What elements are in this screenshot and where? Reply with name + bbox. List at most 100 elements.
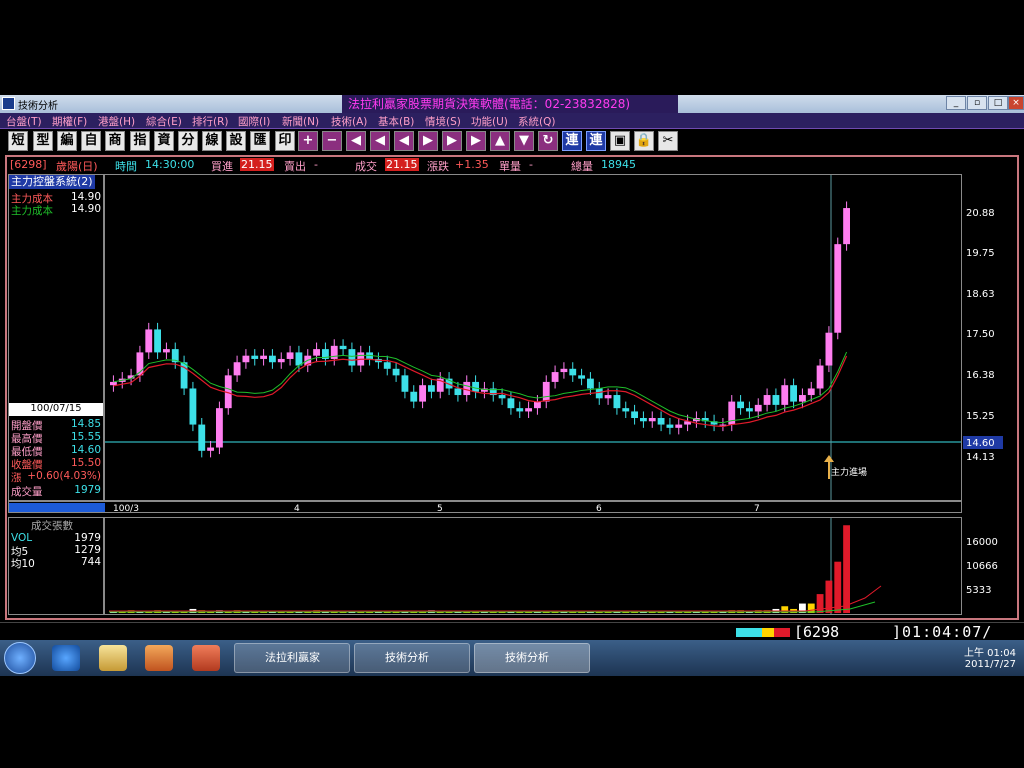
unit-vol-label: 單量 [499,160,521,173]
menu-item-options[interactable]: 期權(F) [52,114,87,129]
menu-item-news[interactable]: 新聞(N) [282,114,319,129]
stock-name: 歲陽(日) [56,160,98,173]
tray-time[interactable]: 上午 01:04 [964,644,1016,659]
maximize-button[interactable]: ▫ [967,96,987,110]
menu-bar: 台盤(T) 期權(F) 港盤(H) 綜合(E) 排行(R) 國際(I) 新聞(N… [0,113,1024,129]
candle-body [640,418,647,422]
zoom-out-button[interactable]: − [322,131,342,151]
app-pin-icon[interactable] [192,645,220,671]
candle-body [551,372,559,382]
candle-body [807,388,815,396]
menu-item-taipan[interactable]: 台盤(T) [6,114,42,129]
up-button[interactable]: ▲ [490,131,510,151]
candle-body [648,418,656,422]
tool-export-button[interactable]: 匯 [250,131,270,151]
candle-body [383,362,391,369]
first-button[interactable]: ◀ [346,131,366,151]
tool-custom-button[interactable]: 自 [81,131,101,151]
menu-item-intl[interactable]: 國際(I) [238,114,270,129]
tray-date[interactable]: 2011/7/27 [964,659,1016,670]
tool-print-button[interactable]: 印 [275,131,295,151]
candle-body [163,349,170,353]
ie-icon[interactable] [52,645,80,671]
app-icon [2,97,15,110]
tool-stock-button[interactable]: 商 [105,131,125,151]
windows-taskbar: 法拉利贏家 技術分析 技術分析 上午 01:04 2011/7/27 [0,640,1024,676]
indicator-title[interactable]: 主力控盤系統(2) [9,175,95,189]
candle-body [401,375,409,392]
window-title: 技術分析 [18,101,58,112]
taskbar-item-ferrari[interactable]: 法拉利贏家 [234,643,350,673]
candle-body [763,395,771,405]
candle-body [154,329,161,353]
chg-value: +0.60(4.03%) [27,470,101,482]
candle-body [472,381,479,392]
candle-body [392,368,400,376]
taskbar-item-tech1[interactable]: 技術分析 [354,643,470,673]
next-button[interactable]: ▶ [418,131,438,151]
tool-type-button[interactable]: 型 [33,131,53,151]
volume-chart[interactable] [104,517,962,615]
price-tick-label: 19.75 [966,248,995,259]
refresh-button[interactable]: ↻ [538,131,558,151]
volume-bar [816,594,824,613]
tool-data-button[interactable]: 資 [154,131,174,151]
tool-edit-button[interactable]: 編 [57,131,77,151]
menu-item-system[interactable]: 系統(Q) [518,114,555,129]
price-chart[interactable]: 主力進場 [104,174,962,501]
candle-body [277,358,285,363]
menu-item-ranking[interactable]: 排行(R) [192,114,229,129]
menu-item-scenario[interactable]: 情境(S) [425,114,461,129]
lock-button[interactable]: 🔒 [634,131,654,151]
zoom-in-button[interactable]: + [298,131,318,151]
candle-body [260,355,267,359]
candle-body [410,391,418,402]
close-button[interactable]: × [1008,96,1024,110]
candle-body [233,362,241,376]
time-label: 時間 [115,160,137,173]
volume-row: 成交量 1979 [11,484,101,498]
candle-body [463,381,471,396]
minimize-button[interactable]: _ [946,96,966,110]
cost1-value: 14.90 [70,191,101,203]
link2-button[interactable]: 連 [586,131,606,151]
prev-button[interactable]: ◀ [394,131,414,151]
app-banner: 法拉利贏家股票期貨決策軟體(電話：02-23832828) [342,95,678,113]
menu-item-tech[interactable]: 技術(A) [331,114,367,129]
prev-page-button[interactable]: ◀ [370,131,390,151]
start-button[interactable] [4,642,36,674]
next-page-button[interactable]: ▶ [442,131,462,151]
media-player-icon[interactable] [145,645,173,671]
candle-body [313,349,320,356]
down-button[interactable]: ▼ [514,131,534,151]
menu-item-composite[interactable]: 綜合(E) [146,114,182,129]
taskbar-item-tech2[interactable]: 技術分析 [474,643,590,673]
system-tray: 上午 01:04 2011/7/27 [964,644,1016,670]
tool-minute-button[interactable]: 分 [178,131,198,151]
candle-body [339,345,347,350]
candle-body [799,395,806,402]
open-value: 14.85 [70,418,101,430]
tool-line-button[interactable]: 線 [202,131,222,151]
folder-icon[interactable] [99,645,127,671]
menu-item-hk[interactable]: 港盤(H) [98,114,135,129]
candle-body [145,329,153,353]
ma10-row: 均10 744 [11,556,101,570]
candle-body [534,401,541,409]
last-button[interactable]: ▶ [466,131,486,151]
tool-short-button[interactable]: 短 [8,131,28,151]
candle-body [666,424,674,428]
tool-indicator-button[interactable]: 指 [130,131,150,151]
candle-body [825,332,833,366]
cut-button[interactable]: ✂ [658,131,678,151]
window-button[interactable]: ▣ [610,131,630,151]
restore-button[interactable]: □ [988,96,1008,110]
x-axis-bar: 100/3 4 5 6 7 [8,501,962,513]
tool-settings-button[interactable]: 設 [226,131,246,151]
price-tick-label: 15.25 [966,411,995,422]
menu-item-function[interactable]: 功能(U) [471,114,508,129]
menu-item-basic[interactable]: 基本(B) [378,114,414,129]
change-value: +1.35 [455,158,489,171]
candle-body [251,355,259,359]
link-button[interactable]: 連 [562,131,582,151]
